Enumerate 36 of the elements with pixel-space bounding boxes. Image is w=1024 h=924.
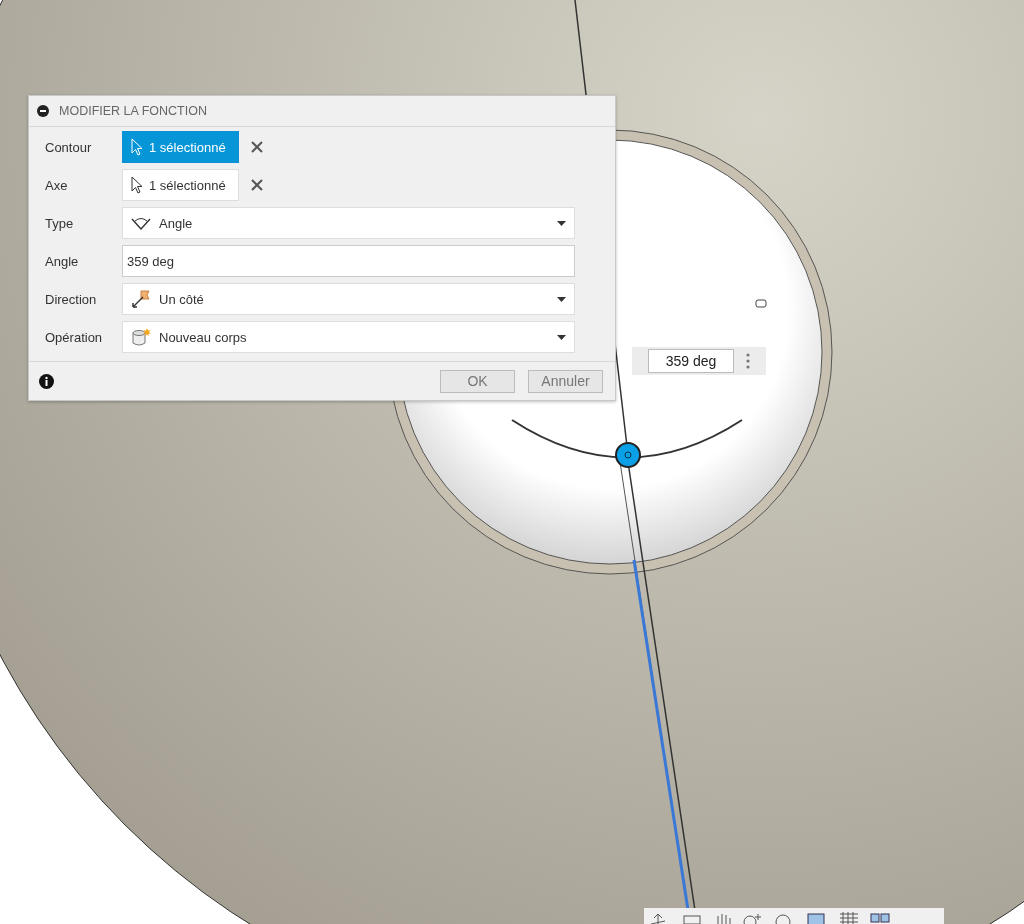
clear-selection-button[interactable] — [251, 141, 263, 153]
info-icon[interactable] — [39, 373, 54, 389]
grid-icon[interactable] — [838, 912, 860, 924]
selection-button[interactable]: 1 sélectionné — [122, 169, 239, 201]
field-label: Type — [45, 215, 75, 231]
dropdown-caret-icon — [557, 334, 566, 340]
dropdown[interactable]: Nouveau corps — [122, 321, 575, 353]
clear-selection-button[interactable] — [251, 179, 263, 191]
viewports-icon[interactable] — [870, 912, 892, 924]
close-icon — [251, 141, 263, 153]
dropdown[interactable]: Angle — [122, 207, 575, 239]
dialog-title: MODIFIER LA FONCTION — [59, 104, 207, 118]
field-label: Angle — [45, 253, 80, 269]
angle-input[interactable]: 359 deg — [122, 245, 575, 277]
dialog-button[interactable]: Annuler — [528, 369, 603, 393]
dropdown-caret-icon — [557, 220, 566, 226]
camera-icon[interactable] — [682, 912, 704, 924]
field-label: Direction — [45, 291, 98, 307]
close-icon — [251, 179, 263, 191]
zoom-icon[interactable] — [742, 912, 764, 924]
pan-hand-icon[interactable] — [714, 912, 732, 924]
field-label: Axe — [45, 177, 69, 193]
cursor-icon — [131, 138, 143, 156]
display-mode-icon[interactable] — [806, 912, 828, 924]
cursor-icon — [131, 176, 143, 194]
field-label: Contour — [45, 139, 93, 155]
dropdown[interactable]: Un côté — [122, 283, 575, 315]
dropdown-caret-icon — [557, 296, 566, 302]
collapse-icon[interactable] — [37, 105, 49, 117]
field-label: Opération — [45, 329, 104, 345]
more-options-icon[interactable] — [746, 353, 750, 369]
new-body-icon — [131, 327, 151, 347]
manipulator-input[interactable]: 359 deg — [648, 349, 734, 373]
dialog-button[interactable]: OK — [440, 369, 515, 393]
angle-icon — [131, 216, 151, 230]
flag-arrow-icon — [131, 289, 151, 309]
